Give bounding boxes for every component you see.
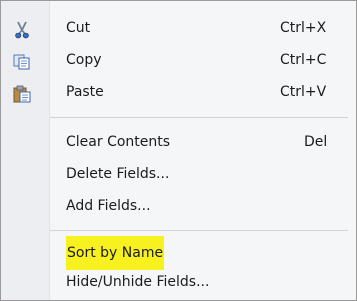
menu-item-shortcut: Ctrl+V bbox=[280, 84, 327, 100]
menu-item-add-fields[interactable]: Add Fields... bbox=[1, 190, 356, 222]
menu-item-label: Sort by Name bbox=[66, 236, 165, 270]
context-menu: Cut Ctrl+X Copy Ctrl+C Paste Ctrl+V Clea… bbox=[0, 0, 357, 301]
menu-item-shortcut: Ctrl+X bbox=[280, 20, 327, 36]
menu-item-label: Add Fields... bbox=[66, 198, 151, 214]
copy-icon bbox=[13, 51, 31, 70]
menu-item-paste[interactable]: Paste Ctrl+V bbox=[1, 76, 356, 108]
menu-item-label: Clear Contents bbox=[66, 134, 171, 150]
menu-item-copy[interactable]: Copy Ctrl+C bbox=[1, 44, 356, 76]
menu-item-shortcut: Ctrl+C bbox=[280, 52, 327, 68]
menu-item-delete-fields[interactable]: Delete Fields... bbox=[1, 158, 356, 190]
menu-item-clear-contents[interactable]: Clear Contents Del bbox=[1, 126, 356, 158]
menu-item-label: Delete Fields... bbox=[66, 166, 170, 182]
menu-item-shortcut: Del bbox=[304, 134, 328, 150]
menu-item-sort-by-name[interactable]: Sort by Name bbox=[1, 236, 356, 270]
menu-item-cut[interactable]: Cut Ctrl+X bbox=[1, 12, 356, 44]
menu-separator bbox=[50, 230, 348, 231]
scissors-icon bbox=[13, 19, 31, 39]
menu-item-label: Hide/Unhide Fields... bbox=[66, 274, 210, 290]
menu-item-label: Copy bbox=[66, 52, 102, 68]
menu-separator bbox=[50, 117, 348, 118]
menu-item-label: Cut bbox=[66, 20, 91, 36]
menu-item-hide-unhide-fields[interactable]: Hide/Unhide Fields... bbox=[1, 266, 356, 298]
paste-icon bbox=[13, 83, 31, 103]
menu-item-label: Paste bbox=[66, 84, 104, 100]
